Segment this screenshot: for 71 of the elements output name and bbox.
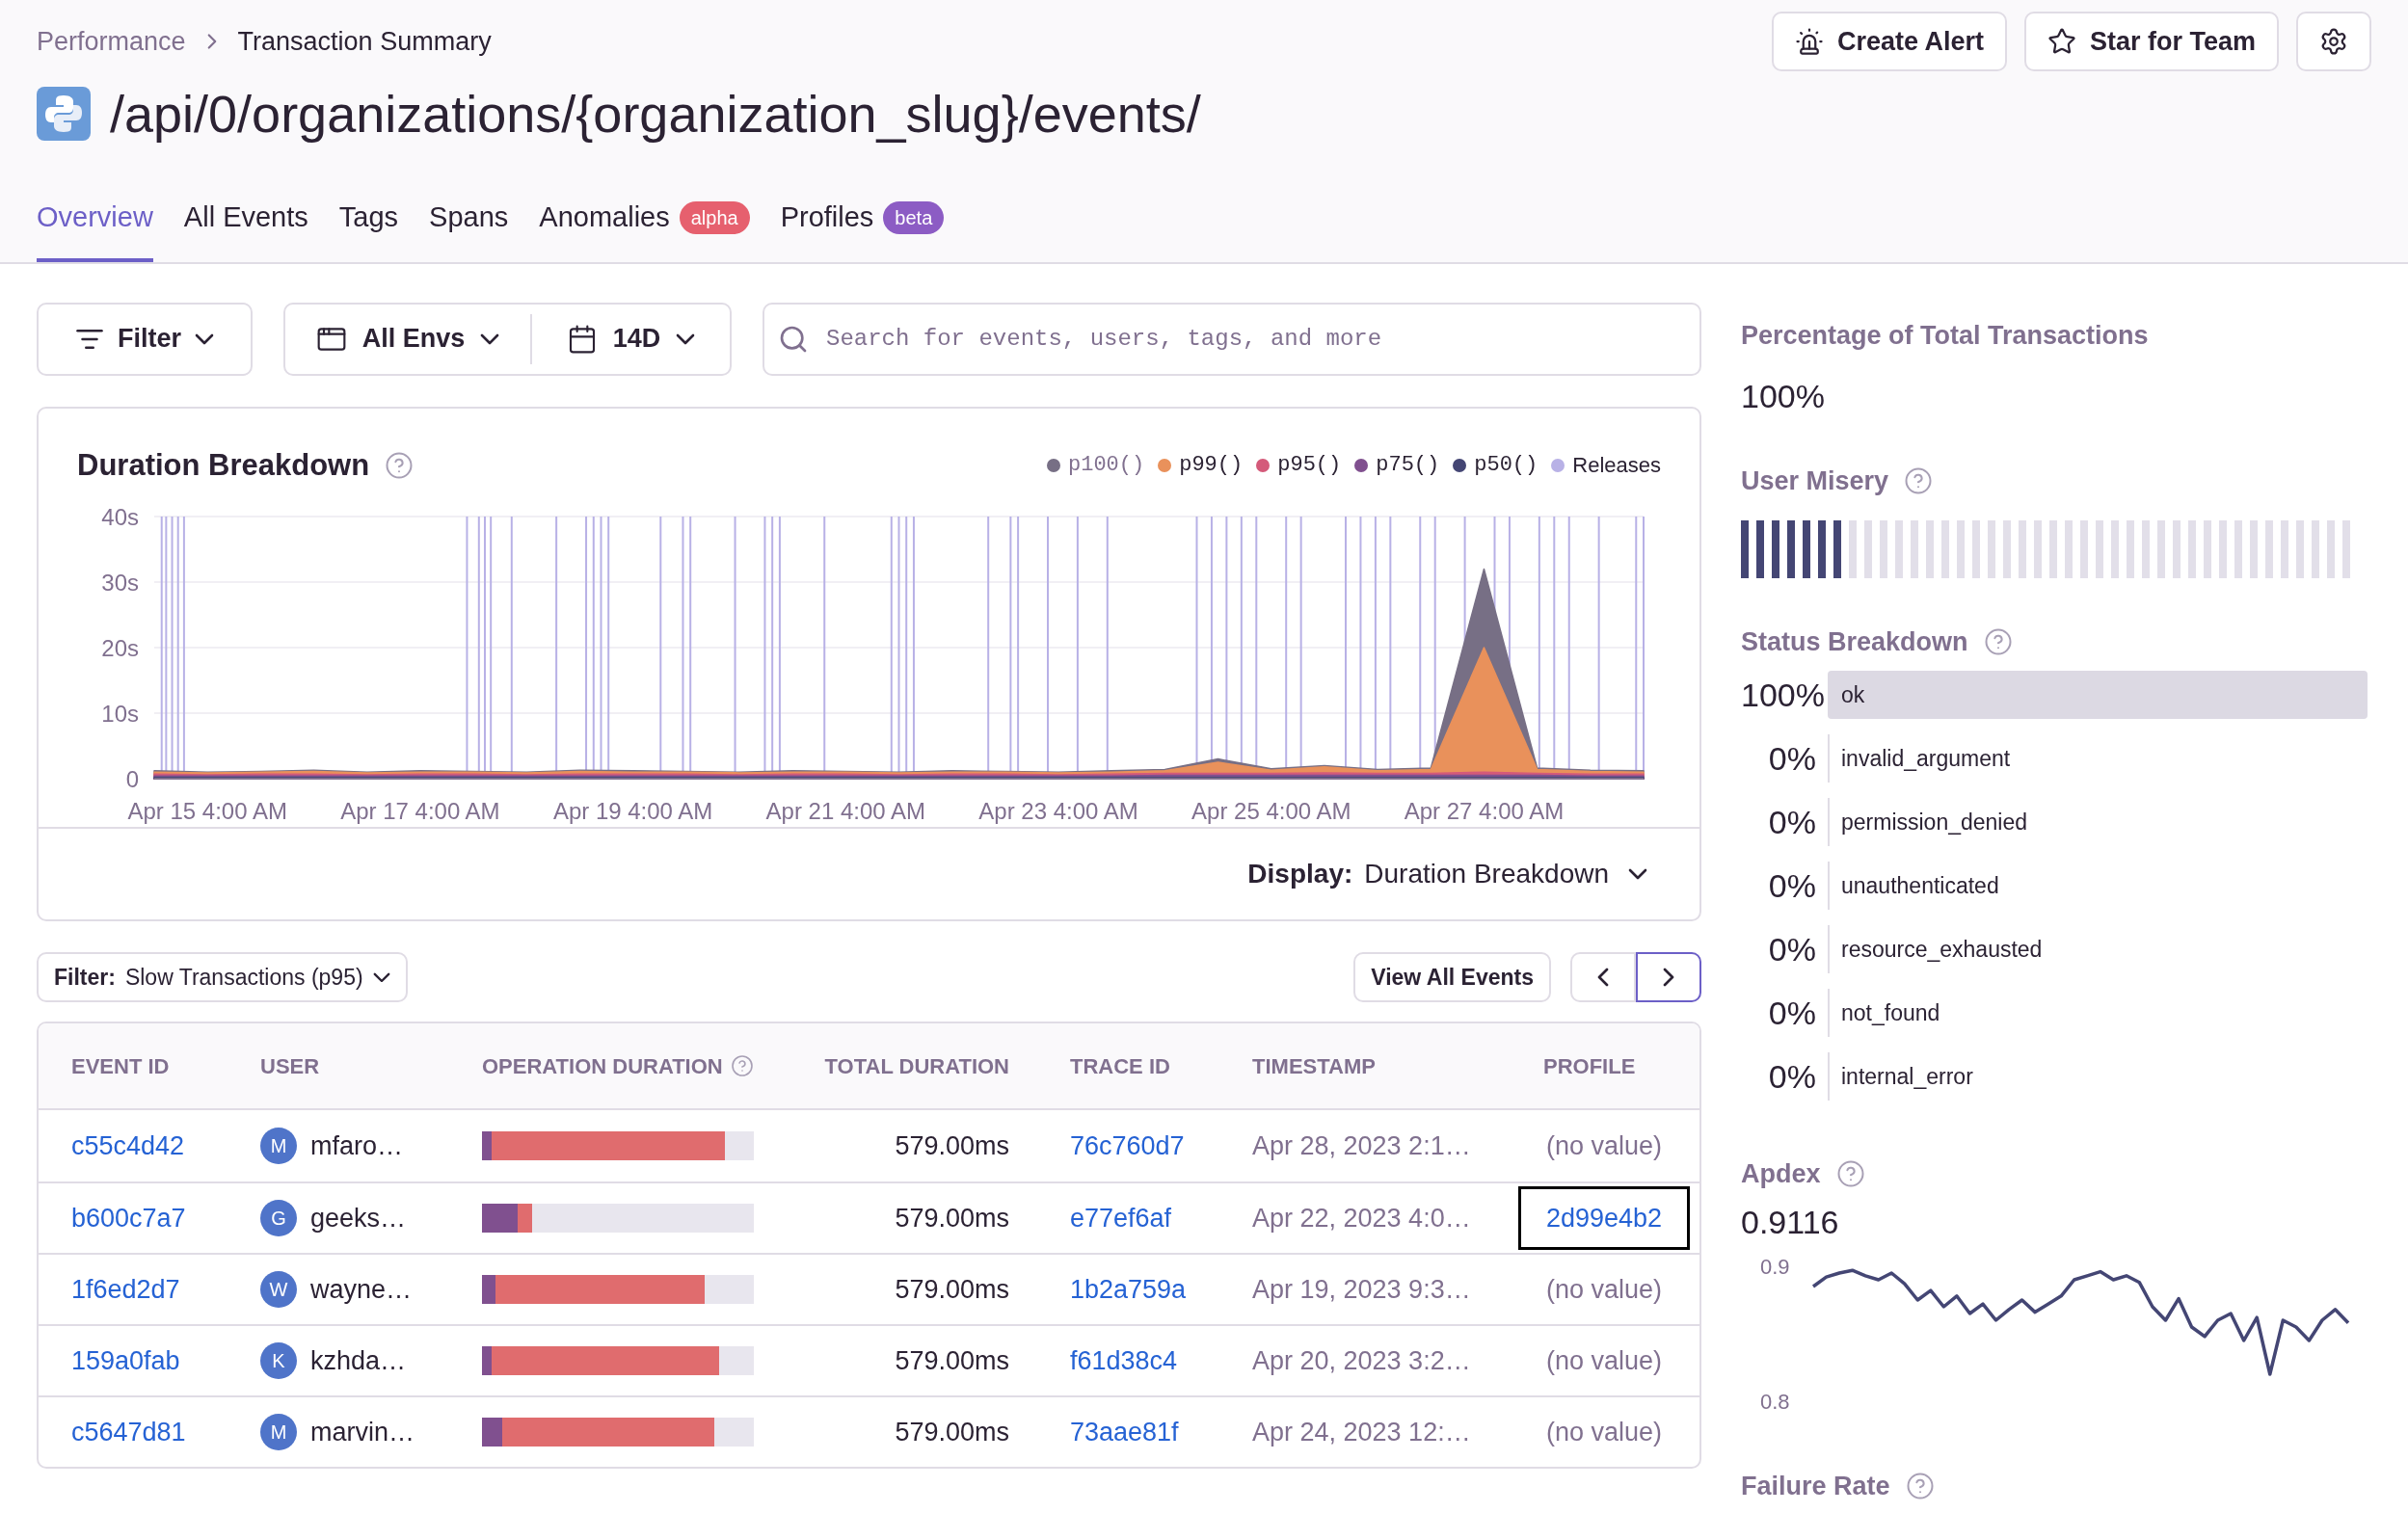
- display-label: Display:: [1247, 858, 1353, 890]
- user-avatar: M: [260, 1128, 297, 1164]
- column-header: TIMESTAMP: [1252, 1052, 1376, 1080]
- column-header: TOTAL DURATION: [824, 1052, 1009, 1080]
- total-duration: 579.00ms: [894, 1202, 1010, 1234]
- user-name: mfaro…: [310, 1129, 404, 1162]
- column-header: OPERATION DURATION: [482, 1052, 723, 1080]
- total-duration: 579.00ms: [894, 1344, 1010, 1377]
- profile-value: (no value): [1545, 1129, 1664, 1162]
- timestamp: Apr 22, 2023 4:0…: [1252, 1202, 1472, 1234]
- status-label: resource_exhausted: [1840, 935, 2043, 964]
- y-axis-label: 0.9: [1760, 1254, 1790, 1279]
- total-duration: 579.00ms: [894, 1129, 1010, 1162]
- column-header: TRACE ID: [1070, 1052, 1170, 1080]
- status-percent: 100%: [1741, 675, 1826, 715]
- tab-badge: alpha: [679, 200, 750, 234]
- status-label: permission_denied: [1840, 808, 2028, 836]
- card-title: Duration Breakdown: [77, 446, 370, 484]
- timestamp: Apr 20, 2023 3:2…: [1252, 1344, 1472, 1377]
- y-axis-label: 0: [125, 766, 139, 792]
- column-header: PROFILE: [1543, 1052, 1636, 1080]
- user-avatar: W: [260, 1271, 297, 1308]
- breadcrumb: Transaction Summary: [237, 25, 492, 58]
- y-axis-label: 0.8: [1760, 1389, 1790, 1414]
- status-label: ok: [1840, 680, 1865, 709]
- x-axis-label: Apr 17 4:00 AM: [340, 798, 500, 824]
- percentage-value: 100%: [1741, 377, 1826, 416]
- status-percent: 0%: [1767, 993, 1817, 1033]
- profile-value: (no value): [1545, 1273, 1664, 1306]
- y-axis-label: 40s: [101, 504, 139, 530]
- user-name: marvin…: [310, 1416, 415, 1448]
- column-header: EVENT ID: [71, 1052, 170, 1080]
- user-avatar: M: [260, 1414, 297, 1450]
- user-name: wayne…: [310, 1273, 413, 1306]
- timestamp: Apr 19, 2023 9:3…: [1252, 1273, 1472, 1306]
- section-title: Failure Rate: [1741, 1470, 1890, 1502]
- user-name: kzhda…: [310, 1344, 407, 1377]
- section-title: Percentage of Total Transactions: [1741, 319, 2150, 352]
- total-duration: 579.00ms: [894, 1416, 1010, 1448]
- tab-badge: beta: [883, 200, 945, 234]
- y-axis-label: 20s: [101, 635, 139, 661]
- timestamp: Apr 28, 2023 2:1…: [1252, 1129, 1472, 1162]
- x-axis-label: Apr 25 4:00 AM: [1191, 798, 1351, 824]
- column-header: USER: [260, 1052, 320, 1080]
- status-percent: 0%: [1767, 1056, 1817, 1097]
- status-percent: 0%: [1767, 929, 1817, 969]
- status-label: unauthenticated: [1840, 871, 1999, 900]
- timestamp: Apr 24, 2023 12:…: [1252, 1416, 1472, 1448]
- y-axis-label: 10s: [101, 701, 139, 727]
- profile-value: (no value): [1545, 1416, 1664, 1448]
- section-title: Apdex: [1741, 1158, 1821, 1190]
- profile-value: (no value): [1545, 1344, 1664, 1377]
- apdex-value: 0.9116: [1741, 1202, 1840, 1242]
- section-title: User Misery: [1741, 465, 1889, 497]
- x-axis-label: Apr 23 4:00 AM: [978, 798, 1138, 824]
- x-axis-label: Apr 15 4:00 AM: [127, 798, 287, 824]
- status-percent: 0%: [1767, 865, 1817, 906]
- status-label: not_found: [1840, 998, 1940, 1027]
- y-axis-label: 30s: [101, 570, 139, 596]
- total-duration: 579.00ms: [894, 1273, 1010, 1306]
- status-percent: 0%: [1767, 738, 1817, 779]
- x-axis-label: Apr 21 4:00 AM: [765, 798, 926, 824]
- section-title: Status Breakdown: [1741, 625, 1968, 658]
- status-label: internal_error: [1840, 1062, 1973, 1091]
- user-avatar: K: [260, 1342, 297, 1379]
- user-avatar: G: [260, 1200, 297, 1236]
- user-name: geeks…: [310, 1202, 407, 1234]
- x-axis-label: Apr 19 4:00 AM: [552, 798, 713, 824]
- status-percent: 0%: [1767, 802, 1817, 842]
- status-label: invalid_argument: [1840, 744, 2011, 773]
- x-axis-label: Apr 27 4:00 AM: [1404, 798, 1565, 824]
